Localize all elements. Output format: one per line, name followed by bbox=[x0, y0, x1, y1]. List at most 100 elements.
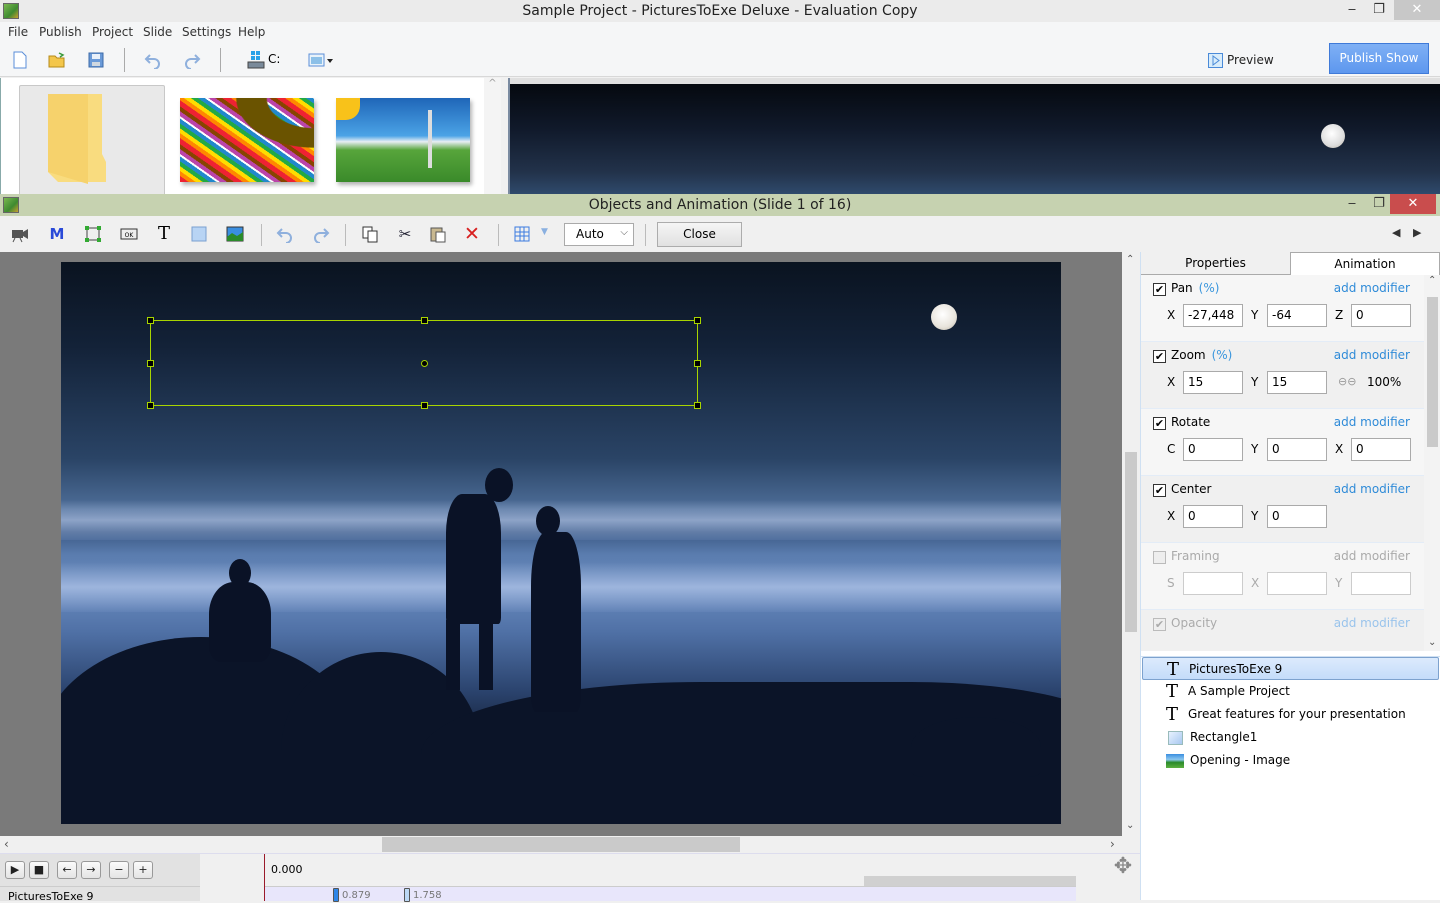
rotate-y-input[interactable]: 0 bbox=[1267, 438, 1327, 461]
menu-settings[interactable]: Settings bbox=[182, 25, 231, 39]
zoom-in-timeline-button[interactable]: + bbox=[133, 861, 153, 879]
redo-icon[interactable] bbox=[183, 51, 201, 69]
preview-button[interactable]: Preview bbox=[1208, 50, 1274, 70]
folder-item[interactable] bbox=[19, 85, 165, 197]
rectangle-object-icon[interactable] bbox=[190, 225, 208, 243]
image-thumbnail-abstract[interactable] bbox=[180, 98, 314, 182]
tab-properties[interactable]: Properties bbox=[1141, 252, 1290, 275]
resize-handle-se[interactable] bbox=[694, 402, 701, 409]
text-object-icon[interactable]: T bbox=[155, 225, 173, 243]
minimize-button[interactable]: ‒ bbox=[1337, 0, 1367, 20]
zoom-x-input[interactable]: 15 bbox=[1183, 371, 1243, 394]
add-modifier-link[interactable]: add modifier bbox=[1334, 616, 1410, 630]
image-object-icon[interactable] bbox=[226, 225, 244, 243]
animation-panel-scrollbar[interactable]: ⌃ ⌄ bbox=[1424, 275, 1440, 651]
scroll-left-icon[interactable]: ‹ bbox=[4, 837, 9, 851]
next-keyframe-button[interactable]: → bbox=[81, 861, 101, 879]
undo-icon[interactable] bbox=[144, 51, 162, 69]
opacity-checkbox[interactable]: ✔ bbox=[1153, 618, 1166, 631]
scroll-down-icon[interactable]: ⌄ bbox=[1428, 637, 1436, 648]
paste-icon[interactable] bbox=[429, 225, 447, 243]
button-object-icon[interactable]: OK bbox=[120, 225, 138, 243]
zoom-y-input[interactable]: 15 bbox=[1267, 371, 1327, 394]
pan-x-input[interactable]: -27,448 bbox=[1183, 304, 1243, 327]
add-modifier-link[interactable]: add modifier bbox=[1334, 415, 1410, 429]
next-slide-icon[interactable]: ▶ bbox=[1413, 226, 1421, 239]
timeline-track[interactable]: 0.879 1.758 bbox=[264, 886, 1076, 902]
redo-icon[interactable] bbox=[312, 225, 330, 243]
selection-box[interactable] bbox=[147, 317, 701, 409]
resize-handle-e[interactable] bbox=[694, 360, 701, 367]
object-list-item[interactable]: Rectangle1 bbox=[1142, 726, 1439, 749]
canvas-horizontal-scrollbar[interactable]: ‹ › bbox=[0, 836, 1122, 853]
delete-icon[interactable]: ✕ bbox=[463, 225, 481, 244]
pan-checkbox[interactable]: ✔ bbox=[1153, 283, 1166, 296]
stop-button[interactable]: ■ bbox=[29, 861, 49, 879]
canvas-vertical-scrollbar[interactable]: ⌃ ⌄ bbox=[1122, 252, 1140, 836]
grid-icon[interactable] bbox=[513, 225, 531, 243]
rotate-x-input[interactable]: 0 bbox=[1351, 438, 1411, 461]
view-mode-icon[interactable] bbox=[308, 51, 334, 69]
center-checkbox[interactable]: ✔ bbox=[1153, 484, 1166, 497]
zoom-select[interactable]: Auto ⌵ bbox=[564, 223, 634, 246]
object-list-item[interactable]: Opening - Image bbox=[1142, 749, 1439, 772]
timeline-range-bar[interactable] bbox=[864, 876, 1076, 886]
save-icon[interactable] bbox=[87, 51, 105, 69]
resize-handle-n[interactable] bbox=[421, 317, 428, 324]
video-camera-icon[interactable] bbox=[11, 225, 29, 243]
file-browser-scrollbar[interactable]: ^ bbox=[484, 78, 501, 194]
timeline-cursor[interactable] bbox=[264, 854, 265, 901]
menu-file[interactable]: File bbox=[8, 25, 28, 39]
rotate-c-input[interactable]: 0 bbox=[1183, 438, 1243, 461]
pan-z-input[interactable]: 0 bbox=[1351, 304, 1411, 327]
drive-icon[interactable] bbox=[247, 51, 267, 69]
center-handle[interactable] bbox=[421, 360, 428, 367]
add-modifier-link[interactable]: add modifier bbox=[1334, 348, 1410, 362]
resize-handle-w[interactable] bbox=[147, 360, 154, 367]
move-icon[interactable]: ✥ bbox=[1108, 854, 1138, 886]
scroll-down-icon[interactable]: ⌄ bbox=[1126, 820, 1134, 831]
object-list-item[interactable]: T A Sample Project bbox=[1142, 680, 1439, 703]
open-folder-icon[interactable] bbox=[48, 51, 66, 69]
close-objects-button[interactable]: Close bbox=[657, 222, 742, 247]
new-file-icon[interactable] bbox=[11, 51, 29, 69]
resize-handle-sw[interactable] bbox=[147, 402, 154, 409]
maximize-button[interactable]: ❐ bbox=[1364, 0, 1394, 20]
scrollbar-thumb[interactable] bbox=[1125, 452, 1137, 632]
prev-keyframe-button[interactable]: ← bbox=[57, 861, 77, 879]
scroll-up-icon[interactable]: ⌃ bbox=[1126, 254, 1134, 265]
scrollbar-thumb[interactable] bbox=[382, 837, 740, 852]
object-list-item[interactable]: T Great features for your presentation bbox=[1142, 703, 1439, 726]
publish-show-button[interactable]: Publish Show bbox=[1329, 43, 1429, 74]
center-x-input[interactable]: 0 bbox=[1183, 505, 1243, 528]
image-thumbnail-seattle[interactable] bbox=[336, 98, 470, 182]
zoom-out-timeline-button[interactable]: − bbox=[109, 861, 129, 879]
menu-project[interactable]: Project bbox=[92, 25, 133, 39]
cut-icon[interactable]: ✂ bbox=[396, 225, 414, 243]
undo-icon[interactable] bbox=[276, 225, 294, 243]
zoom-checkbox[interactable]: ✔ bbox=[1153, 350, 1166, 363]
minimize-button[interactable]: ‒ bbox=[1337, 194, 1367, 214]
scroll-up-icon[interactable]: ⌃ bbox=[1428, 275, 1436, 286]
mask-icon[interactable]: M bbox=[48, 225, 66, 243]
link-chain-icon[interactable]: ⊖⊖ bbox=[1338, 375, 1356, 388]
close-button[interactable]: ✕ bbox=[1394, 0, 1440, 20]
frame-icon[interactable] bbox=[84, 225, 102, 243]
menu-publish[interactable]: Publish bbox=[39, 25, 82, 39]
close-button[interactable]: ✕ bbox=[1390, 194, 1436, 214]
menu-help[interactable]: Help bbox=[238, 25, 265, 39]
grid-dropdown-icon[interactable]: ▼ bbox=[541, 227, 548, 237]
add-modifier-link[interactable]: add modifier bbox=[1334, 281, 1410, 295]
resize-handle-ne[interactable] bbox=[694, 317, 701, 324]
menu-slide[interactable]: Slide bbox=[143, 25, 172, 39]
object-list-item[interactable]: T PicturesToExe 9 bbox=[1142, 657, 1439, 680]
add-modifier-link[interactable]: add modifier bbox=[1334, 482, 1410, 496]
center-y-input[interactable]: 0 bbox=[1267, 505, 1327, 528]
tab-animation[interactable]: Animation bbox=[1290, 252, 1440, 275]
copy-icon[interactable] bbox=[361, 225, 379, 243]
resize-handle-nw[interactable] bbox=[147, 317, 154, 324]
resize-handle-s[interactable] bbox=[421, 402, 428, 409]
scroll-right-icon[interactable]: › bbox=[1110, 837, 1115, 851]
drive-label[interactable]: C: bbox=[268, 52, 280, 66]
play-button[interactable]: ▶ bbox=[5, 861, 25, 879]
